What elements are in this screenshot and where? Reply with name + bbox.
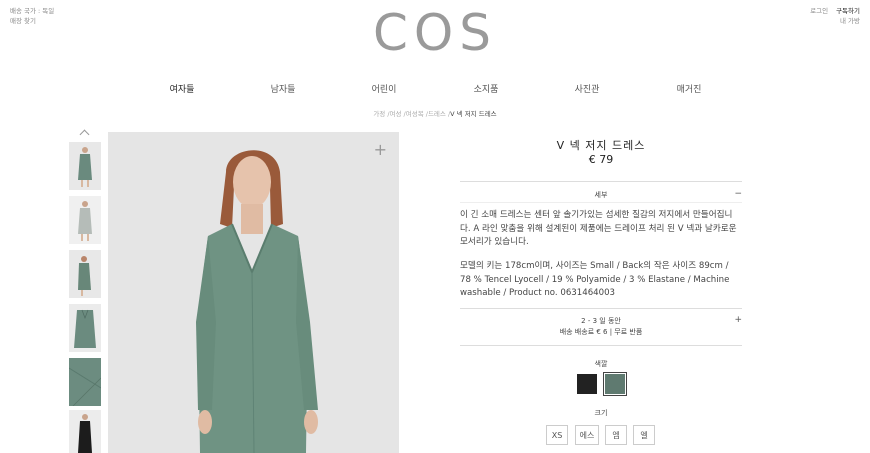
thumbnail-4[interactable] — [69, 304, 101, 352]
color-label: 색깔 — [594, 360, 608, 368]
nav-item-gallery[interactable]: 사진관 — [575, 82, 600, 95]
thumbnail-3[interactable] — [69, 250, 101, 298]
nav-item-magazine[interactable]: 매거진 — [677, 82, 702, 95]
thumbnail-5[interactable] — [69, 358, 101, 406]
details-header[interactable]: 세부 − — [460, 189, 742, 200]
product-price: € 79 — [588, 153, 614, 166]
product-title: V 넥 저지 드레스 — [556, 139, 646, 152]
size-option-m[interactable]: 엠 — [605, 425, 627, 445]
size-option-s[interactable]: 에스 — [575, 425, 599, 445]
details-label: 세부 — [594, 191, 608, 199]
shipping-expand-icon[interactable]: + — [734, 315, 742, 326]
nav-item-women[interactable]: 여자들 — [170, 82, 195, 95]
details-collapse-icon[interactable]: − — [734, 189, 742, 199]
thumbnail-2[interactable] — [69, 196, 101, 244]
nav-item-men[interactable]: 남자들 — [271, 82, 296, 95]
thumb-scroll-up-icon[interactable] — [79, 129, 90, 140]
nav-item-accessories[interactable]: 소지품 — [474, 82, 499, 95]
color-swatch-black[interactable] — [577, 374, 597, 394]
shipping-time: 2 - 3 일 동안 — [581, 317, 621, 325]
shipping-section[interactable]: 2 - 3 일 동안 배송 배송료 € 6 | 무료 반품 + — [460, 315, 742, 338]
divider — [460, 181, 742, 182]
brand-logo-text: COS — [375, 10, 495, 56]
divider — [460, 345, 742, 346]
shipping-cost: 배송 배송료 € 6 | 무료 반품 — [559, 328, 643, 336]
divider — [460, 202, 742, 203]
product-description: 이 긴 소매 드레스는 센터 앞 솔기가있는 섬세한 질감의 저지에서 만들어집… — [460, 210, 737, 247]
size-option-xs[interactable]: XS — [546, 425, 568, 445]
brand-logo[interactable]: COS — [0, 4, 870, 62]
breadcrumb: 가정 /여성 /여성복 /드레스 /V 넥 저지 드레스 — [0, 108, 870, 118]
color-swatch-green[interactable] — [605, 374, 625, 394]
size-option-l[interactable]: 엘 — [633, 425, 655, 445]
nav-item-kids[interactable]: 어린이 — [372, 82, 397, 95]
thumbnail-6[interactable] — [69, 410, 101, 453]
size-label: 크기 — [594, 409, 608, 417]
thumbnail-1[interactable] — [69, 142, 101, 190]
breadcrumb-current: V 넥 저지 드레스 — [450, 110, 497, 118]
breadcrumb-path[interactable]: 가정 /여성 /여성복 /드레스 / — [373, 110, 450, 118]
main-nav: 여자들 남자들 어린이 소지품 사진관 매거진 — [0, 82, 870, 95]
zoom-plus-icon[interactable]: + — [374, 140, 387, 159]
main-product-image[interactable]: + — [108, 132, 399, 453]
product-specs: 모델의 키는 178cm이며, 사이즈는 Small / Back의 작은 사이… — [460, 261, 730, 298]
divider — [460, 308, 742, 309]
